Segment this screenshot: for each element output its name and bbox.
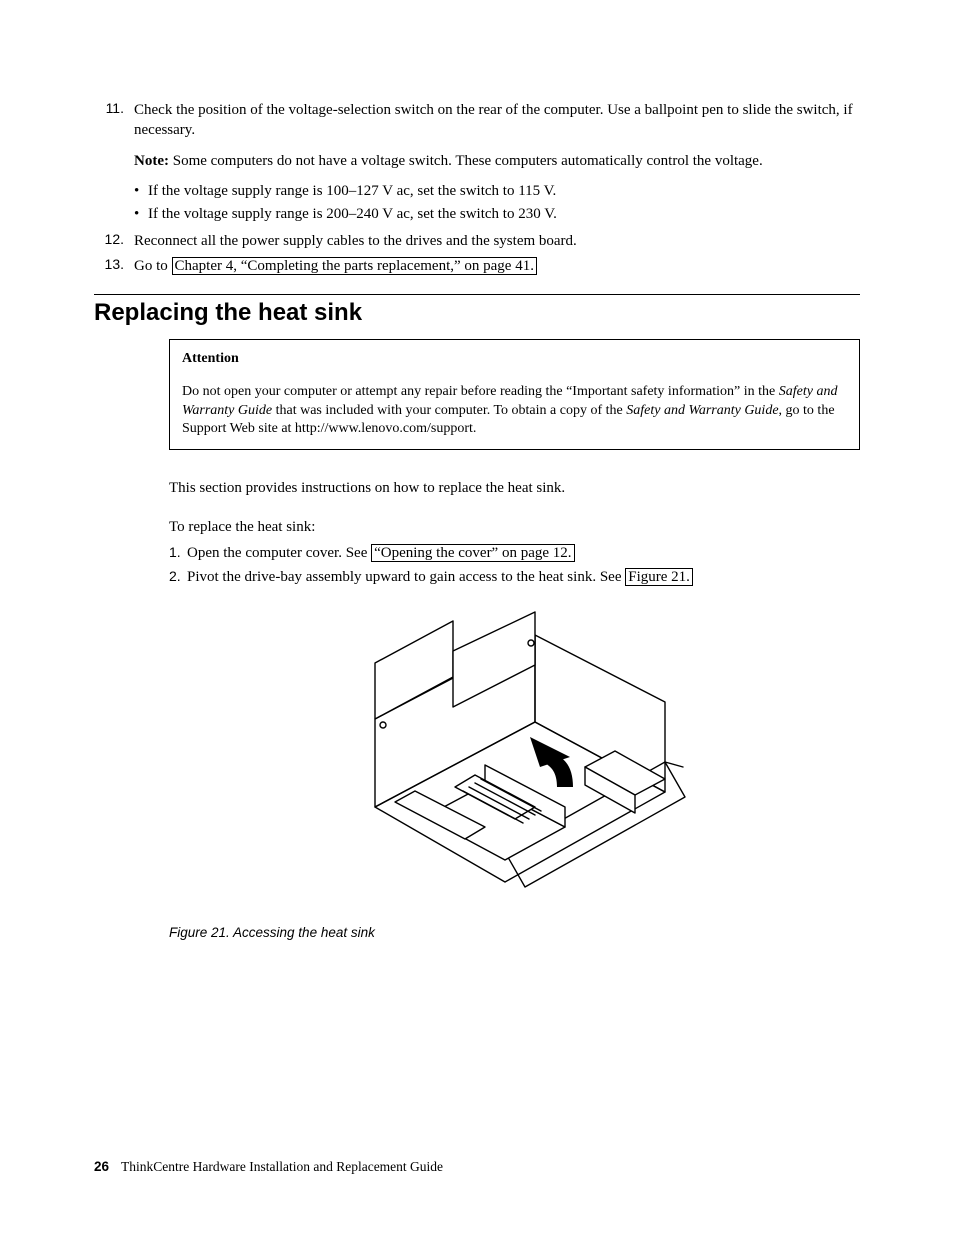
xref-link[interactable]: Chapter 4, “Completing the parts replace… — [172, 257, 537, 275]
continued-ordered-list: 11. Check the position of the voltage-se… — [94, 100, 860, 276]
list-item: 2. Pivot the drive-bay assembly upward t… — [169, 567, 860, 587]
step-text: Reconnect all the power supply cables to… — [134, 231, 860, 251]
sub-bullet-list: If the voltage supply range is 100–127 V… — [134, 181, 860, 225]
step-number: 1. — [169, 543, 187, 563]
attention-box: Attention Do not open your computer or a… — [169, 339, 860, 451]
list-item: 12. Reconnect all the power supply cable… — [94, 231, 860, 251]
book-title: Safety and Warranty Guide — [626, 403, 778, 418]
note-label: Note: — [134, 153, 169, 169]
footer-title: ThinkCentre Hardware Installation and Re… — [121, 1159, 443, 1174]
lead-in-paragraph: To replace the heat sink: — [169, 517, 860, 537]
list-item-body: Check the position of the voltage-select… — [134, 100, 860, 227]
page-number: 26 — [94, 1159, 109, 1174]
steps-list: 1. Open the computer cover. See “Opening… — [169, 543, 860, 588]
section-rule — [94, 294, 860, 295]
attention-text: Do not open your computer or attempt any… — [182, 383, 847, 440]
list-item-body: Go to Chapter 4, “Completing the parts r… — [134, 256, 860, 276]
step-text: Open the computer cover. See “Opening th… — [187, 543, 575, 563]
intro-paragraph: This section provides instructions on ho… — [169, 478, 860, 498]
bullet-item: If the voltage supply range is 100–127 V… — [148, 181, 860, 201]
page-footer: 26 ThinkCentre Hardware Installation and … — [94, 1159, 443, 1175]
step-text: Pivot the drive-bay assembly upward to g… — [187, 567, 693, 587]
section-heading: Replacing the heat sink — [94, 299, 860, 327]
step-number: 12. — [94, 231, 124, 251]
bullet-item: If the voltage supply range is 200–240 V… — [148, 204, 860, 224]
step-note: Note: Some computers do not have a volta… — [134, 151, 860, 171]
figure-caption: Figure 21. Accessing the heat sink — [169, 925, 860, 940]
step-number: 11. — [94, 100, 124, 227]
step-text: Go to Chapter 4, “Completing the parts r… — [134, 256, 860, 276]
attention-title: Attention — [182, 350, 847, 369]
list-item-body: Reconnect all the power supply cables to… — [134, 231, 860, 251]
step-text: Check the position of the voltage-select… — [134, 100, 860, 141]
list-item: 11. Check the position of the voltage-se… — [94, 100, 860, 227]
step-number: 13. — [94, 256, 124, 276]
xref-link[interactable]: Figure 21. — [625, 568, 693, 586]
step-number: 2. — [169, 567, 187, 587]
heat-sink-line-art-icon — [335, 607, 695, 907]
xref-link[interactable]: “Opening the cover” on page 12. — [371, 544, 574, 562]
note-text: Some computers do not have a voltage swi… — [169, 153, 763, 169]
figure: Figure 21. Accessing the heat sink — [169, 607, 860, 940]
list-item: 1. Open the computer cover. See “Opening… — [169, 543, 860, 563]
list-item: 13. Go to Chapter 4, “Completing the par… — [94, 256, 860, 276]
